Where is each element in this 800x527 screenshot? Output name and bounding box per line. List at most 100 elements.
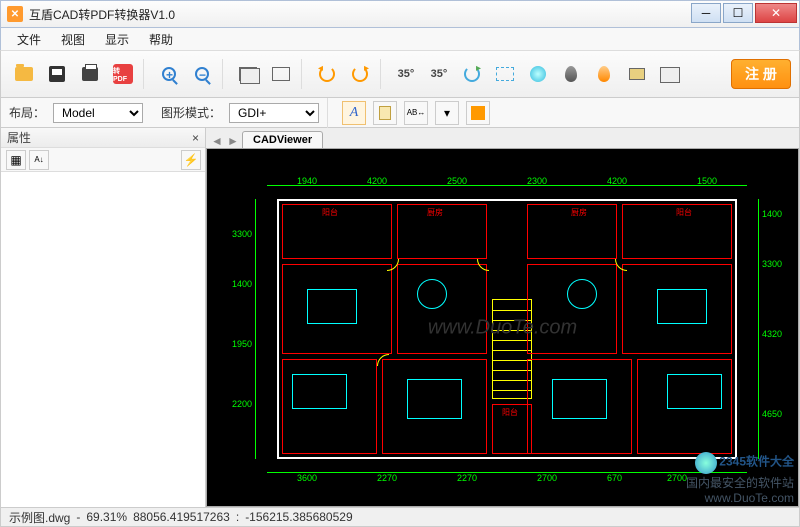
pdf-icon: 转PDF	[113, 64, 133, 84]
print-button[interactable]	[75, 59, 105, 89]
app-icon: ✕	[7, 6, 23, 22]
brand-url: www.DuoTe.com	[705, 491, 794, 505]
layers-icon	[663, 68, 677, 80]
zoom-in-button[interactable]: +	[154, 59, 184, 89]
open-button[interactable]	[9, 59, 39, 89]
maximize-button[interactable]: ☐	[723, 3, 753, 23]
secondary-toolbar: 布局： Model 图形模式： GDI+ A AB↔ ▾	[0, 98, 800, 128]
sphere-cyan-icon	[530, 66, 546, 82]
zoom-out-icon: −	[195, 67, 209, 81]
separator	[301, 59, 307, 89]
main-toolbar: 转PDF + − 35° 35° 注 册	[0, 50, 800, 98]
properties-panel: 属性 × ▦ A↓ ⚡	[1, 128, 206, 507]
status-coord-x: 88056.419517263	[133, 510, 230, 524]
card-icon	[629, 68, 645, 80]
bgcolor-black-button[interactable]	[233, 59, 263, 89]
orange-square-icon	[471, 106, 485, 120]
layout-select[interactable]: Model	[53, 103, 143, 123]
separator	[143, 59, 149, 89]
properties-tools: ▦ A↓ ⚡	[1, 148, 205, 172]
separator	[222, 59, 228, 89]
select-area-button[interactable]	[490, 59, 520, 89]
convert-pdf-button[interactable]: 转PDF	[108, 59, 138, 89]
status-coord-y: -156215.385680529	[245, 510, 352, 524]
status-sep: -	[76, 510, 80, 524]
page-icon	[379, 106, 391, 120]
layout-label: 布局：	[9, 104, 45, 121]
register-button[interactable]: 注 册	[731, 59, 791, 89]
text-tool-button[interactable]: A	[342, 101, 366, 125]
properties-body	[1, 172, 205, 507]
menu-display[interactable]: 显示	[95, 28, 139, 51]
status-coord-sep: :	[236, 510, 239, 524]
zoom-out-button[interactable]: −	[187, 59, 217, 89]
save-icon	[49, 66, 65, 82]
viewer-area: ◄ ► CADViewer 1940 4200 2500 2300 4200 1…	[206, 128, 799, 507]
rotate-ccw-icon	[319, 66, 335, 82]
zoom-in-icon: +	[162, 67, 176, 81]
rotate-cw-button[interactable]	[345, 59, 375, 89]
properties-header: 属性 ×	[1, 128, 205, 148]
tab-cadviewer[interactable]: CADViewer	[242, 131, 323, 148]
dropdown-tool-button[interactable]: ▾	[435, 101, 459, 125]
drop-orange-icon	[598, 66, 610, 82]
angle-label: 35°	[431, 68, 448, 80]
ab-tool-button[interactable]: AB↔	[404, 101, 428, 125]
drop-gray-button[interactable]	[556, 59, 586, 89]
bgcolor-white-button[interactable]	[266, 59, 296, 89]
brand-sub: 国内最安全的软件站	[686, 476, 794, 490]
titlebar: ✕ 互盾CAD转PDF转换器V1.0 ─ ☐ ✕	[0, 0, 800, 28]
text-a-icon: A	[350, 105, 359, 121]
brand-logo-icon	[695, 452, 717, 474]
main-area: 属性 × ▦ A↓ ⚡ ◄ ► CADViewer 1940 4200 2500…	[0, 128, 800, 508]
tab-next-button[interactable]: ►	[226, 134, 240, 148]
brand-name: 2345软件大全	[719, 455, 794, 469]
light-rect-icon	[272, 67, 290, 81]
drop-gray-icon	[565, 66, 577, 82]
minimize-button[interactable]: ─	[691, 3, 721, 23]
status-filename: 示例图.dwg	[9, 509, 70, 526]
prop-tool-3[interactable]: ⚡	[181, 150, 201, 170]
rotate-cw-icon	[352, 66, 368, 82]
print-icon	[82, 67, 98, 81]
prop-tool-2[interactable]: A↓	[29, 150, 49, 170]
rotate-ccw-button[interactable]	[312, 59, 342, 89]
dropdown-icon: ▾	[444, 106, 450, 120]
viewer-tabs: ◄ ► CADViewer	[206, 128, 799, 148]
refresh-icon	[464, 66, 480, 82]
grid-icon: ▦	[10, 153, 21, 167]
brand-overlay: 2345软件大全 国内最安全的软件站 www.DuoTe.com	[686, 452, 794, 505]
angle-label: 35°	[398, 68, 415, 80]
save-button[interactable]	[42, 59, 72, 89]
page-tool-button[interactable]	[373, 101, 397, 125]
render-select[interactable]: GDI+	[229, 103, 319, 123]
menu-view[interactable]: 视图	[51, 28, 95, 51]
angle-cw-button[interactable]: 35°	[424, 59, 454, 89]
lightning-icon: ⚡	[184, 153, 199, 167]
statusbar: 示例图.dwg - 69.31% 88056.419517263 : -1562…	[0, 508, 800, 527]
drop-orange-button[interactable]	[589, 59, 619, 89]
card-button[interactable]	[622, 59, 652, 89]
menu-file[interactable]: 文件	[7, 28, 51, 51]
orange-tool-button[interactable]	[466, 101, 490, 125]
window-title: 互盾CAD转PDF转换器V1.0	[29, 6, 689, 23]
selection-icon	[496, 67, 514, 81]
properties-title: 属性	[7, 129, 31, 146]
window-controls: ─ ☐ ✕	[689, 1, 799, 27]
menu-help[interactable]: 帮助	[139, 28, 183, 51]
prop-tool-1[interactable]: ▦	[6, 150, 26, 170]
circle-cyan-button[interactable]	[523, 59, 553, 89]
layers-button[interactable]	[655, 59, 685, 89]
angle-ccw-button[interactable]: 35°	[391, 59, 421, 89]
refresh-button[interactable]	[457, 59, 487, 89]
close-button[interactable]: ✕	[755, 3, 797, 23]
separator	[380, 59, 386, 89]
folder-icon	[15, 67, 33, 81]
properties-close-button[interactable]: ×	[192, 131, 199, 145]
separator	[327, 98, 333, 128]
tab-prev-button[interactable]: ◄	[210, 134, 224, 148]
floor-plan: 1940 4200 2500 2300 4200 1500 1400 3300 …	[267, 179, 747, 479]
render-label: 图形模式：	[161, 104, 221, 121]
sort-az-icon: A↓	[34, 155, 43, 164]
status-zoom: 69.31%	[86, 510, 127, 524]
